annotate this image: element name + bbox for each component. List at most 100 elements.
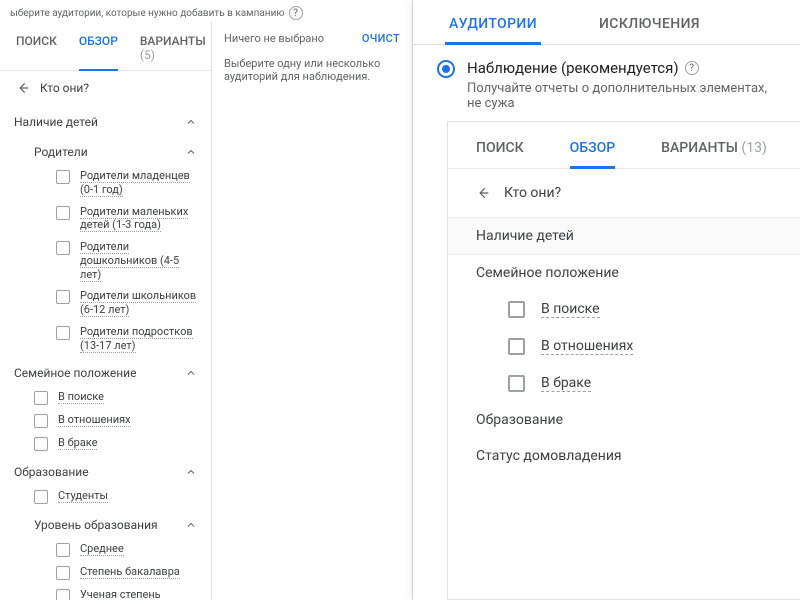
targeting-mode-radio[interactable]: Наблюдение (рекомендуется) ? Получайте о… — [413, 45, 800, 121]
breadcrumb-label: Кто они? — [504, 185, 561, 201]
tab-browse[interactable]: ОБЗОР — [570, 128, 616, 168]
left-body: ПОИСК ОБЗОР ВАРИАНТЫ (5) Кто они? Наличи… — [0, 22, 412, 600]
clear-button[interactable]: ОЧИСТ — [362, 32, 400, 45]
checkbox[interactable] — [34, 414, 48, 428]
breadcrumb-label: Кто они? — [40, 81, 89, 95]
checkbox-row[interactable]: Родители подростков (13-17 лет) — [0, 321, 211, 357]
checkbox[interactable] — [34, 490, 48, 504]
breadcrumb[interactable]: Кто они? — [448, 169, 800, 217]
checkbox[interactable] — [56, 326, 70, 340]
checkbox-label: Среднее — [80, 542, 124, 556]
breadcrumb[interactable]: Кто они? — [0, 71, 211, 105]
checkbox[interactable] — [56, 206, 70, 220]
tab-variants-label: ВАРИАНТЫ — [140, 34, 206, 48]
checkbox-row[interactable]: В браке — [0, 432, 211, 455]
tab-search[interactable]: ПОИСК — [476, 128, 524, 168]
right-card: ПОИСК ОБЗОР ВАРИАНТЫ (13) Кто они? Налич… — [447, 121, 800, 600]
section-homeowner[interactable]: Статус домовладения — [448, 438, 800, 474]
right-inner-tabs: ПОИСК ОБЗОР ВАРИАНТЫ (13) — [448, 122, 800, 169]
section-education: Образование — [0, 455, 211, 485]
checkbox[interactable] — [56, 290, 70, 304]
section-education-label: Образование — [14, 465, 89, 479]
checkbox-row[interactable]: Родители младенцев (0-1 год) — [0, 165, 211, 201]
checkbox-row[interactable]: Среднее — [0, 538, 211, 561]
section-children-header[interactable]: Наличие детей — [14, 111, 197, 133]
section-marital[interactable]: Семейное положение — [448, 255, 800, 291]
checkbox-row[interactable]: Ученая степень — [0, 584, 211, 600]
radio-subtitle: Получайте отчеты о дополнительных элемен… — [467, 81, 776, 111]
chevron-up-icon — [185, 466, 197, 478]
top-tabs: АУДИТОРИИ ИСКЛЮЧЕНИЯ — [413, 0, 800, 45]
tab-browse[interactable]: ОБЗОР — [79, 28, 118, 70]
checkbox-label: В отношениях — [58, 413, 131, 427]
left-header-hint: ыберите аудитории, которые нужно добавит… — [0, 0, 412, 22]
section-education-label: Образование — [476, 412, 563, 428]
back-arrow-icon[interactable] — [476, 186, 490, 200]
chevron-up-icon — [185, 146, 197, 158]
checkbox-label: В браке — [58, 436, 97, 450]
checkbox-row[interactable]: В отношениях — [448, 328, 800, 365]
section-children-label: Наличие детей — [476, 228, 574, 244]
section-education[interactable]: Образование — [448, 402, 800, 438]
subsection-parents-header[interactable]: Родители — [34, 141, 197, 163]
tab-variants[interactable]: ВАРИАНТЫ (5) — [140, 28, 206, 70]
checkbox-row[interactable]: Родители маленьких детей (1-3 года) — [0, 201, 211, 237]
subsection-parents: Родители — [0, 135, 211, 165]
section-marital-label: Семейное положение — [14, 366, 136, 380]
radio-title: Наблюдение (рекомендуется) — [467, 59, 679, 77]
left-pane: ыберите аудитории, которые нужно добавит… — [0, 0, 413, 600]
none-selected-text: Ничего не выбрано — [224, 32, 324, 45]
subsection-parents-label: Родители — [34, 145, 88, 159]
tab-audiences[interactable]: АУДИТОРИИ — [445, 0, 541, 44]
tab-variants-count: (5) — [140, 48, 155, 62]
subsection-edu-level-header[interactable]: Уровень образования — [34, 514, 197, 536]
checkbox-row[interactable]: Степень бакалавра — [0, 561, 211, 584]
section-children-label: Наличие детей — [14, 115, 98, 129]
checkbox-row[interactable]: Родители школьников (6-12 лет) — [0, 285, 211, 321]
section-children: Наличие детей — [0, 105, 211, 135]
checkbox-row[interactable]: В отношениях — [0, 409, 211, 432]
checkbox-label: Степень бакалавра — [80, 565, 180, 579]
checkbox[interactable] — [56, 170, 70, 184]
checkbox-row[interactable]: Родители дошкольников (4-5 лет) — [0, 236, 211, 285]
checkbox[interactable] — [34, 437, 48, 451]
back-arrow-icon[interactable] — [16, 81, 30, 95]
tab-search[interactable]: ПОИСК — [16, 28, 57, 70]
left-tabs: ПОИСК ОБЗОР ВАРИАНТЫ (5) — [0, 22, 211, 71]
checkbox-label: В отношениях — [541, 338, 633, 355]
checkbox[interactable] — [34, 391, 48, 405]
checkbox-row[interactable]: Студенты — [0, 485, 211, 508]
checkbox[interactable] — [56, 543, 70, 557]
tab-variants-label: ВАРИАНТЫ — [661, 140, 738, 156]
checkbox-label: В поиске — [58, 390, 104, 404]
section-marital: Семейное положение — [0, 356, 211, 386]
checkbox-row[interactable]: В поиске — [448, 291, 800, 328]
checkbox[interactable] — [508, 338, 525, 355]
chevron-up-icon — [185, 519, 197, 531]
checkbox-row[interactable]: В браке — [448, 365, 800, 402]
checkbox-label: Ученая степень — [80, 588, 161, 600]
checkbox[interactable] — [508, 375, 525, 392]
checkbox[interactable] — [56, 241, 70, 255]
selection-panel: Ничего не выбрано ОЧИСТ Выберите одну ил… — [212, 22, 412, 600]
tab-exclusions[interactable]: ИСКЛЮЧЕНИЯ — [595, 0, 704, 44]
checkbox[interactable] — [56, 589, 70, 600]
section-marital-label: Семейное положение — [476, 265, 619, 281]
radio-selected-icon[interactable] — [437, 60, 455, 78]
help-icon[interactable]: ? — [685, 61, 699, 75]
subsection-edu-level-label: Уровень образования — [34, 518, 158, 532]
hint-text: ыберите аудитории, которые нужно добавит… — [10, 8, 285, 19]
section-education-header[interactable]: Образование — [14, 461, 197, 483]
help-icon[interactable]: ? — [289, 6, 303, 20]
tab-variants-count: (13) — [741, 140, 766, 156]
audience-browser: ПОИСК ОБЗОР ВАРИАНТЫ (5) Кто они? Наличи… — [0, 22, 212, 600]
section-marital-header[interactable]: Семейное положение — [14, 362, 197, 384]
tab-variants[interactable]: ВАРИАНТЫ (13) — [661, 128, 767, 168]
checkbox-row[interactable]: В поиске — [0, 386, 211, 409]
checkbox[interactable] — [56, 566, 70, 580]
checkbox-label: В браке — [541, 375, 591, 392]
checkbox[interactable] — [508, 301, 525, 318]
checkbox-label: Родители дошкольников (4-5 лет) — [80, 240, 179, 282]
selection-hint: Выберите одну или несколько аудиторий дл… — [224, 57, 400, 83]
section-children[interactable]: Наличие детей — [448, 217, 800, 255]
